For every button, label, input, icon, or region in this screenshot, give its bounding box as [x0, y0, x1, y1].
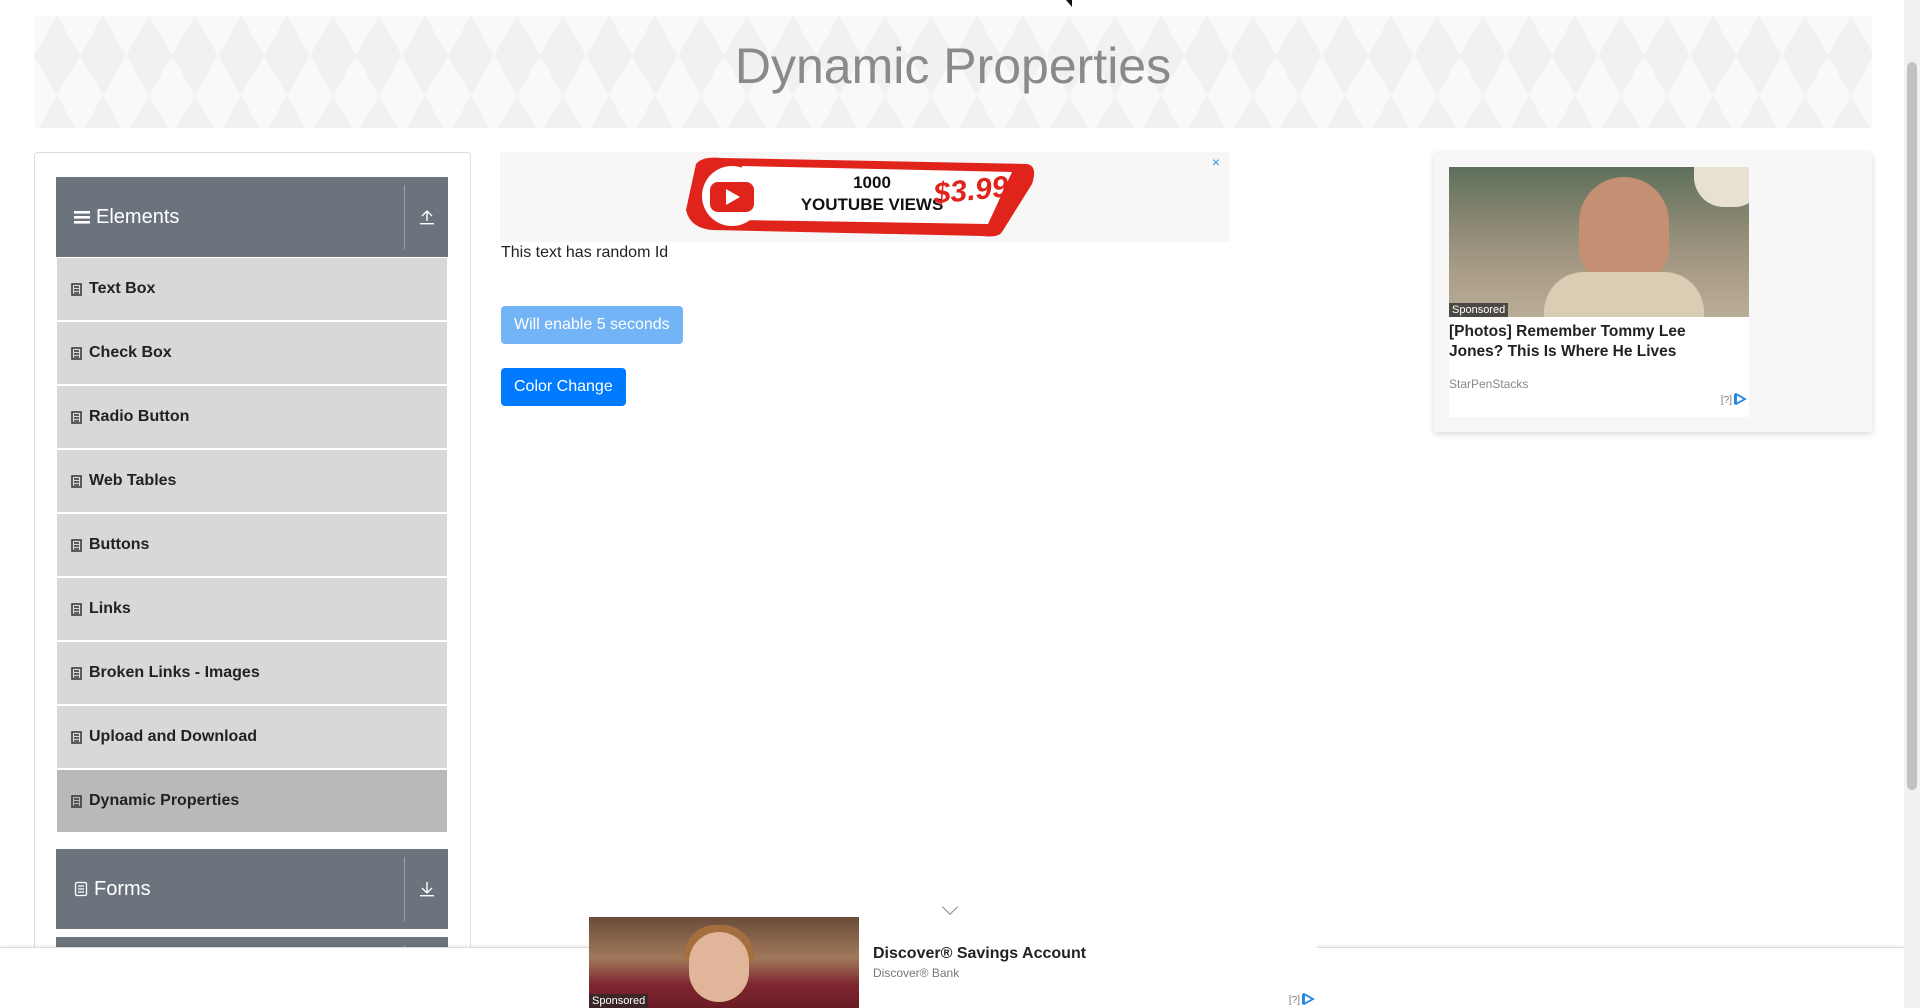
group-header-forms-label-wrap: Forms	[56, 878, 404, 901]
group-label-forms: Forms	[94, 877, 151, 900]
sidebar-item-label: Links	[89, 600, 131, 617]
file-icon	[71, 666, 82, 680]
file-icon	[71, 602, 82, 616]
ad-close-icon[interactable]: ×	[1212, 154, 1220, 170]
sidebar-item-label: Buttons	[89, 536, 150, 553]
ad-photo: Sponsored	[589, 917, 859, 1008]
ad-banner-top[interactable]: 1000 YOUTUBE VIEWS $3.99 ×	[500, 152, 1230, 242]
ad-sponsored-right[interactable]: Sponsored [Photos] Remember Tommy Lee Jo…	[1434, 152, 1872, 432]
sidebar-item-broken-links[interactable]: Broken Links - Images	[57, 642, 447, 704]
suit-shape	[1544, 272, 1704, 317]
ad-card[interactable]: Sponsored [Photos] Remember Tommy Lee Jo…	[1449, 167, 1749, 417]
sidebar-item-label: Broken Links - Images	[89, 664, 260, 681]
file-icon	[71, 474, 82, 488]
adchoices[interactable]: [?]	[1721, 392, 1747, 408]
left-panel: Elements Text Box Check Box Radio Button…	[34, 152, 471, 1008]
file-icon	[71, 346, 82, 360]
page-header-banner: Dynamic Properties	[34, 16, 1872, 128]
ad-source: StarPenStacks	[1449, 377, 1529, 391]
chevron-down-icon[interactable]	[942, 899, 958, 915]
group-header-elements[interactable]: Elements	[56, 177, 448, 257]
ad-source: Discover® Bank	[873, 966, 960, 980]
ad-top-line1: 1000	[853, 173, 891, 192]
file-icon	[71, 410, 82, 424]
sidebar-item-label: Dynamic Properties	[89, 792, 240, 809]
face-shape	[1579, 177, 1669, 287]
ad-headline[interactable]: [Photos] Remember Tommy Lee Jones? This …	[1449, 322, 1739, 362]
youtube-views-ad-graphic: 1000 YOUTUBE VIEWS $3.99	[686, 157, 1035, 237]
random-id-text: This text has random Id	[501, 244, 669, 261]
sidebar-item-text-box[interactable]: Text Box	[57, 258, 447, 320]
group-header-forms[interactable]: Forms	[56, 849, 448, 929]
sidebar-item-label: Upload and Download	[89, 728, 257, 745]
ad-title[interactable]: Discover® Savings Account	[873, 945, 1086, 963]
adchoices-help[interactable]: [?]	[1289, 995, 1300, 1006]
sidebar-item-dynamic-properties[interactable]: Dynamic Properties	[57, 770, 447, 832]
sidebar-item-label: Web Tables	[89, 472, 177, 489]
sponsored-badge: Sponsored	[1449, 303, 1509, 317]
sidebar-item-upload-download[interactable]: Upload and Download	[57, 706, 447, 768]
hat-shape	[1694, 167, 1749, 207]
document-icon	[74, 881, 88, 897]
face-shape	[689, 932, 749, 1002]
file-icon	[71, 730, 82, 744]
sidebar-item-label: Check Box	[89, 344, 172, 361]
ad-top-line2: YOUTUBE VIEWS	[801, 195, 944, 214]
sidebar-item-label: Text Box	[89, 280, 156, 297]
page-scrollbar[interactable]	[1904, 0, 1920, 1008]
color-change-button[interactable]: Color Change	[501, 368, 626, 406]
file-icon	[71, 538, 82, 552]
adchoices-icon	[1734, 392, 1747, 408]
download-arrow-icon[interactable]	[405, 881, 448, 897]
scrollbar-thumb[interactable]	[1907, 62, 1917, 790]
upload-arrow-icon[interactable]	[405, 209, 448, 225]
mouse-cursor-icon	[1060, 0, 1072, 7]
ad-sponsored-bottom[interactable]: Sponsored Discover® Savings Account Disc…	[589, 917, 1317, 1008]
page-title: Dynamic Properties	[734, 38, 1172, 94]
enable-after-button[interactable]: Will enable 5 seconds	[501, 306, 683, 344]
adchoices-help[interactable]: [?]	[1721, 395, 1732, 406]
sidebar-item-web-tables[interactable]: Web Tables	[57, 450, 447, 512]
group-label-elements: Elements	[96, 205, 180, 228]
sidebar-item-check-box[interactable]: Check Box	[57, 322, 447, 384]
ad-photo: Sponsored	[1449, 167, 1749, 317]
sponsored-badge: Sponsored	[589, 994, 649, 1008]
file-icon	[71, 794, 82, 808]
file-icon	[71, 282, 82, 296]
sidebar-item-label: Radio Button	[89, 408, 190, 425]
sidebar-item-buttons[interactable]: Buttons	[57, 514, 447, 576]
sidebar-item-links[interactable]: Links	[57, 578, 447, 640]
group-header-elements-label-wrap: Elements	[56, 206, 404, 229]
adchoices-icon	[1302, 992, 1315, 1008]
bars-icon	[74, 209, 90, 225]
adchoices[interactable]: [?]	[1289, 992, 1315, 1008]
sidebar-item-radio-button[interactable]: Radio Button	[57, 386, 447, 448]
